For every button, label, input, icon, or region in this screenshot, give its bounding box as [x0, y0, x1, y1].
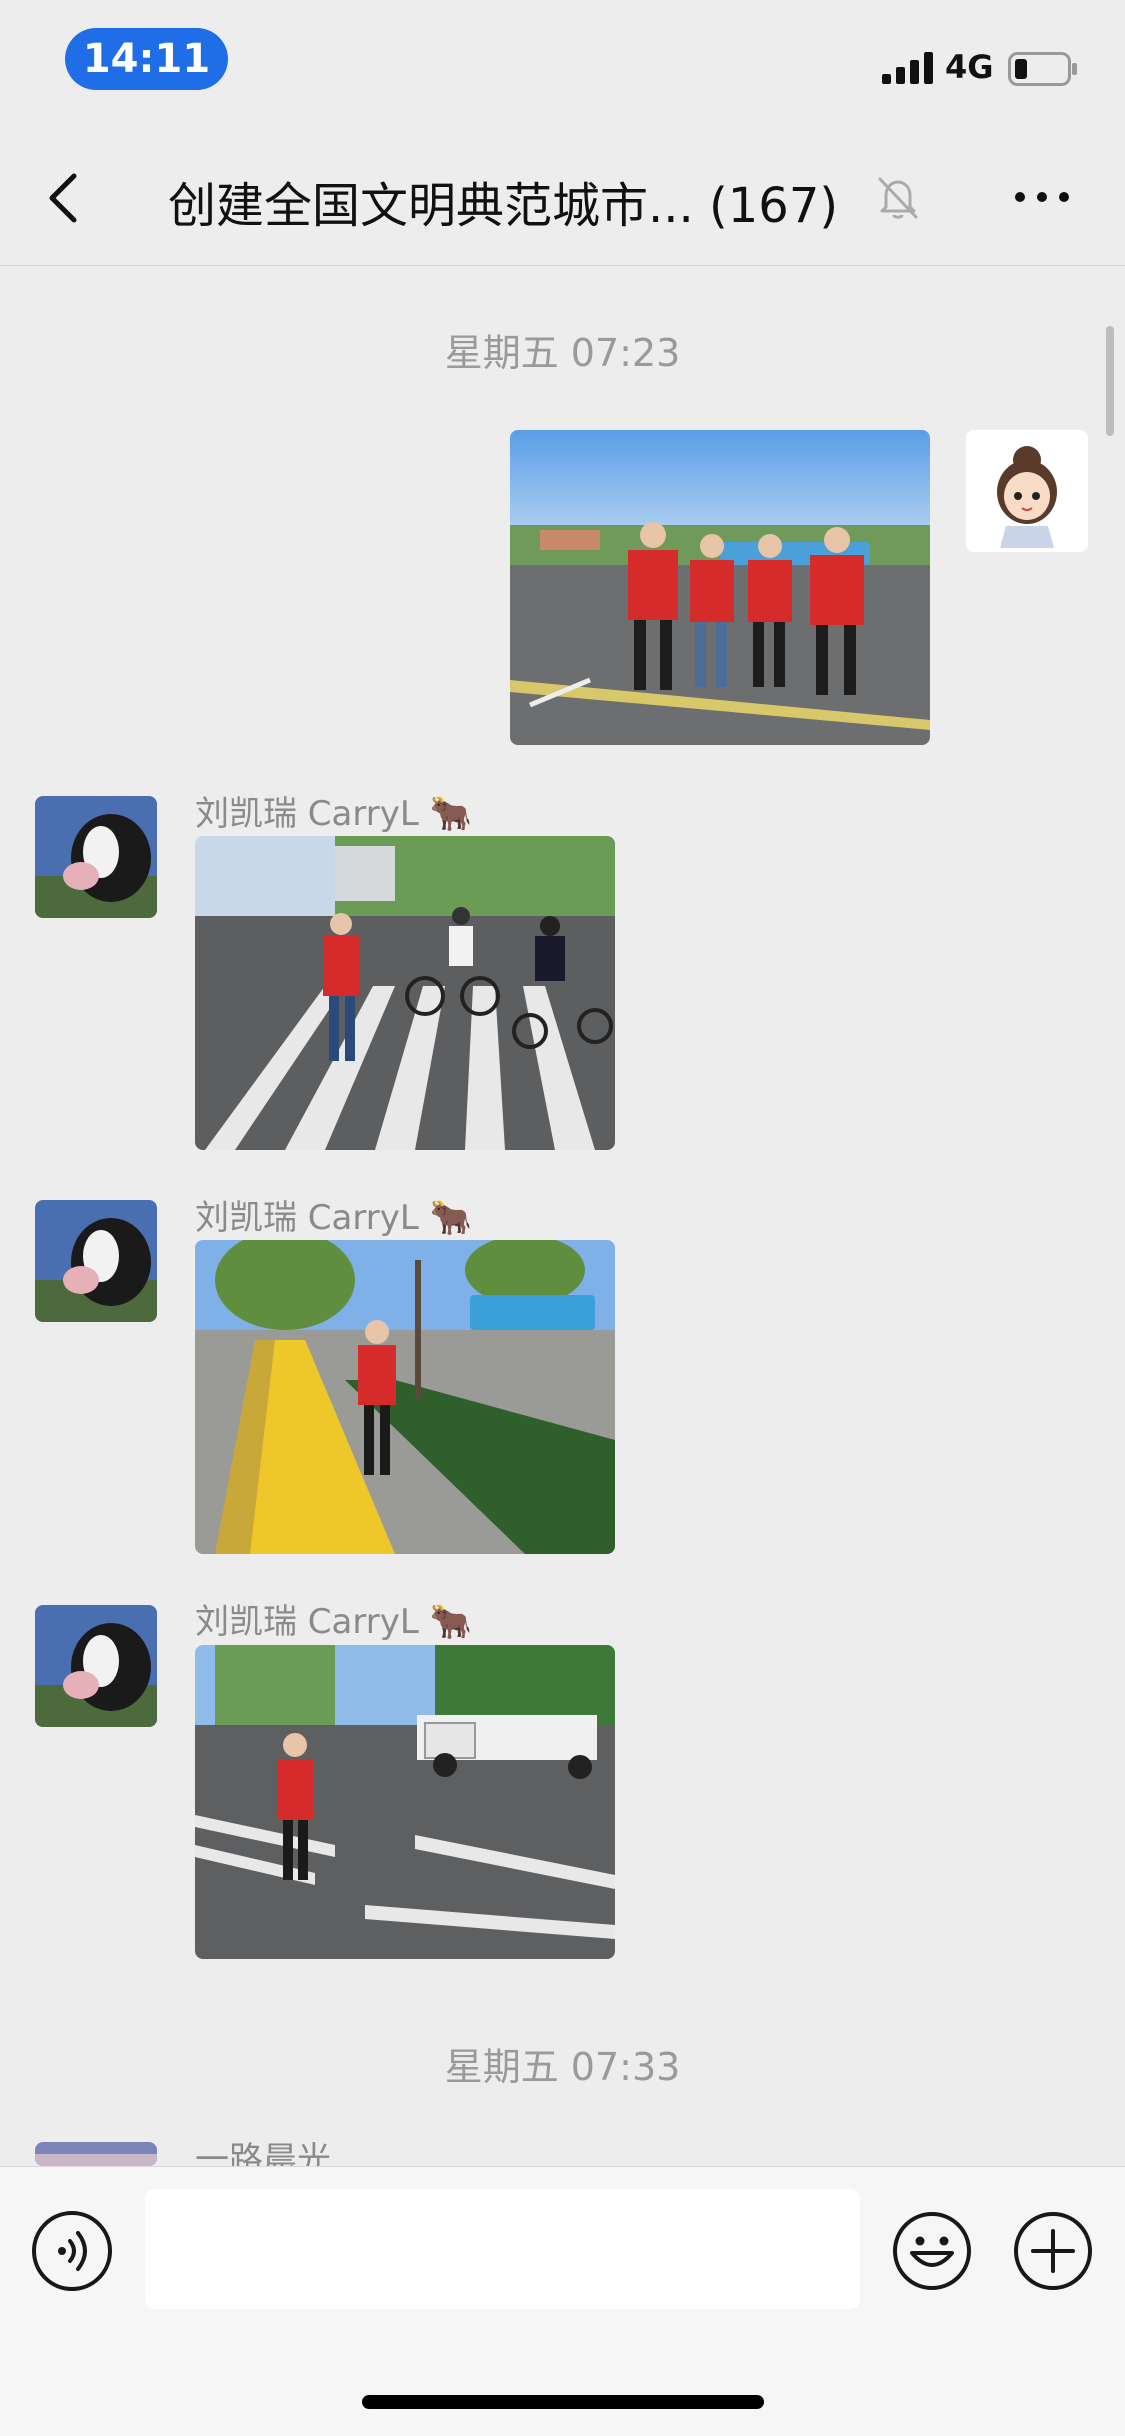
photo-volunteers-group — [510, 430, 930, 745]
smiley-icon[interactable] — [892, 2211, 972, 2291]
home-indicator[interactable] — [362, 2395, 764, 2409]
message-input[interactable] — [145, 2189, 860, 2309]
sender-avatar[interactable] — [35, 1605, 157, 1727]
cow-avatar — [35, 1200, 157, 1322]
chat-title[interactable]: 创建全国文明典范城市... (167) — [168, 166, 838, 236]
sender-avatar[interactable] — [35, 1200, 157, 1322]
bell-slash-icon — [878, 177, 918, 219]
sender-name: 刘凯瑞 CarryL 🐂 — [195, 1602, 472, 1642]
cow-avatar — [35, 1605, 157, 1727]
photo-sidewalk-volunteer — [195, 1240, 615, 1554]
sender-name: 刘凯瑞 CarryL 🐂 — [195, 1198, 472, 1238]
voice-button[interactable] — [32, 2211, 112, 2291]
sender-avatar[interactable] — [35, 2142, 157, 2166]
photo-crosswalk-volunteer — [195, 836, 615, 1150]
message-photo[interactable] — [195, 1240, 615, 1554]
sender-name: 刘凯瑞 CarryL 🐂 — [195, 794, 472, 834]
message-photo[interactable] — [195, 836, 615, 1150]
voice-icon — [58, 2231, 87, 2271]
signal-icon — [882, 52, 933, 84]
sunrise-avatar — [35, 2142, 157, 2166]
sender-name: 一路晨光 — [195, 2140, 331, 2166]
message-photo[interactable] — [510, 430, 930, 745]
network-label: 4G — [945, 48, 994, 86]
battery-icon — [1008, 52, 1077, 86]
cow-avatar — [35, 796, 157, 918]
cartoon-girl-avatar — [966, 430, 1088, 552]
message-photo[interactable] — [195, 1645, 615, 1959]
status-bar: 14:11 4G — [0, 0, 1125, 130]
timestamp: 星期五 07:33 — [444, 2045, 681, 2089]
chat-header: 创建全国文明典范城市... (167) — [0, 130, 1125, 266]
sender-avatar[interactable] — [35, 796, 157, 918]
self-avatar[interactable] — [966, 430, 1088, 552]
timestamp: 星期五 07:23 — [444, 331, 681, 375]
plus-icon[interactable] — [1013, 2211, 1093, 2291]
status-time: 14:11 — [65, 28, 228, 90]
ellipsis-icon[interactable] — [1012, 182, 1072, 212]
photo-intersection-volunteer — [195, 1645, 615, 1959]
chevron-left-icon[interactable] — [44, 170, 84, 226]
